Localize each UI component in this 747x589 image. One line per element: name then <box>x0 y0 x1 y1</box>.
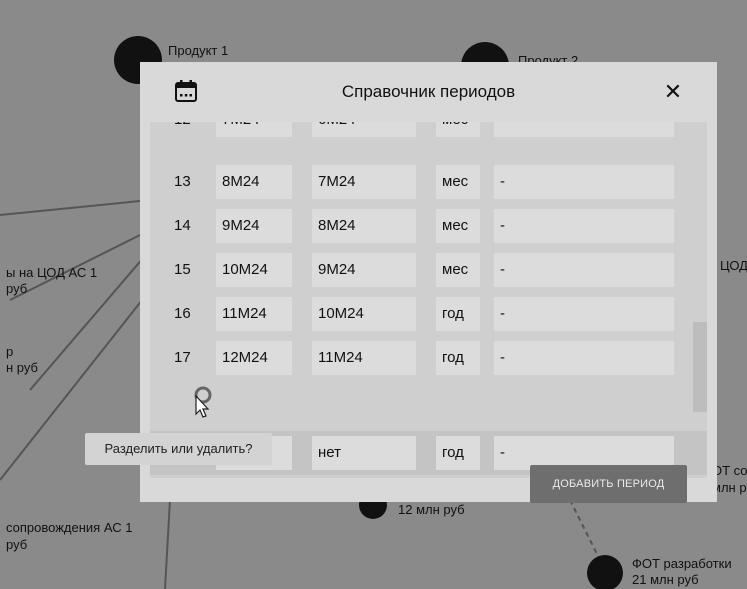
node-label-right-fot-2: млн р <box>712 480 747 495</box>
period-type-field[interactable]: мес <box>436 209 480 243</box>
row-number: 16 <box>174 305 191 322</box>
close-icon[interactable]: ✕ <box>659 79 687 105</box>
node-label-right-cod: ЦОД <box>720 258 747 273</box>
node-label-fot-dev-2: 21 млн руб <box>632 572 699 587</box>
row-number: 15 <box>174 261 191 278</box>
previous-period-field[interactable]: нет <box>312 436 416 470</box>
node-fot-dev <box>587 555 623 589</box>
period-note-field[interactable]: - <box>494 253 674 287</box>
period-type-field[interactable]: год <box>436 297 480 331</box>
period-code-field[interactable]: 12M24 <box>216 341 292 375</box>
table-row[interactable]: 17 12M24 11M24 год - <box>150 336 707 380</box>
table-row[interactable]: 14 9M24 8M24 мес - <box>150 204 707 248</box>
table-row[interactable]: 15 10M24 9M24 мес - <box>150 248 707 292</box>
previous-period-field[interactable]: 11M24 <box>312 341 416 375</box>
dialog-title: Справочник периодов <box>341 82 516 101</box>
node-label-product-1: Продукт 1 <box>168 43 229 58</box>
period-code-field[interactable]: 8M24 <box>216 165 292 199</box>
period-note-field[interactable]: - <box>494 297 674 331</box>
row-number: 12 <box>174 122 191 142</box>
previous-period-field[interactable]: 10M24 <box>312 297 416 331</box>
previous-period-field[interactable]: 9M24 <box>312 253 416 287</box>
node-label-left2-2: н руб <box>6 360 38 375</box>
table-row[interactable]: 12 7M24 6M24 мес <box>150 122 707 142</box>
period-note-field[interactable]: - <box>494 341 674 375</box>
node-label-cod-1: ы на ЦОД АС 1 <box>6 265 98 280</box>
period-type-field[interactable]: год <box>436 436 480 470</box>
previous-period-field[interactable]: 6M24 <box>312 122 416 137</box>
node-label-left2-1: р <box>6 344 14 359</box>
period-code-field[interactable]: 11M24 <box>216 297 292 331</box>
scrollbar-thumb[interactable] <box>693 322 707 412</box>
row-number: 13 <box>174 173 191 190</box>
period-code-field[interactable]: 9M24 <box>216 209 292 243</box>
node-label-bottom-middle: 12 млн руб <box>398 502 465 517</box>
table-row[interactable]: 16 11M24 10M24 год - <box>150 292 707 336</box>
period-code-field[interactable]: 10M24 <box>216 253 292 287</box>
node-label-bottom-left-1: сопровождения АС 1 <box>6 520 133 535</box>
previous-period-field[interactable]: 8M24 <box>312 209 416 243</box>
period-note-field[interactable]: - <box>494 165 674 199</box>
node-label-bottom-left-2: руб <box>6 537 28 552</box>
period-code-field[interactable]: 7M24 <box>216 122 292 137</box>
node-label-right-fot-1: ОТ со <box>712 463 747 478</box>
previous-period-field[interactable]: 7M24 <box>312 165 416 199</box>
row-number: 17 <box>174 349 191 366</box>
drag-cursor-icon <box>194 386 212 418</box>
period-type-field[interactable]: год <box>436 341 480 375</box>
period-type-field[interactable]: мес <box>436 165 480 199</box>
period-note-field[interactable] <box>494 122 674 137</box>
table-row[interactable]: 13 8M24 7M24 мес - <box>150 160 707 204</box>
dialog-header: Справочник периодов ✕ <box>140 62 717 122</box>
row-number: 14 <box>174 217 191 234</box>
add-period-button[interactable]: ДОБАВИТЬ ПЕРИОД <box>530 465 687 503</box>
split-or-delete-tooltip: Разделить или удалить? <box>85 433 272 465</box>
period-type-field[interactable]: мес <box>436 253 480 287</box>
period-note-field[interactable]: - <box>494 209 674 243</box>
table-scrollbar[interactable] <box>693 142 707 412</box>
node-label-fot-dev-1: ФОТ разработки <box>632 556 732 571</box>
node-label-cod-2: руб <box>6 281 28 296</box>
periods-table: 12 7M24 6M24 мес 13 8M24 7M24 мес - 14 9… <box>150 122 707 478</box>
period-type-field[interactable]: мес <box>436 122 480 137</box>
